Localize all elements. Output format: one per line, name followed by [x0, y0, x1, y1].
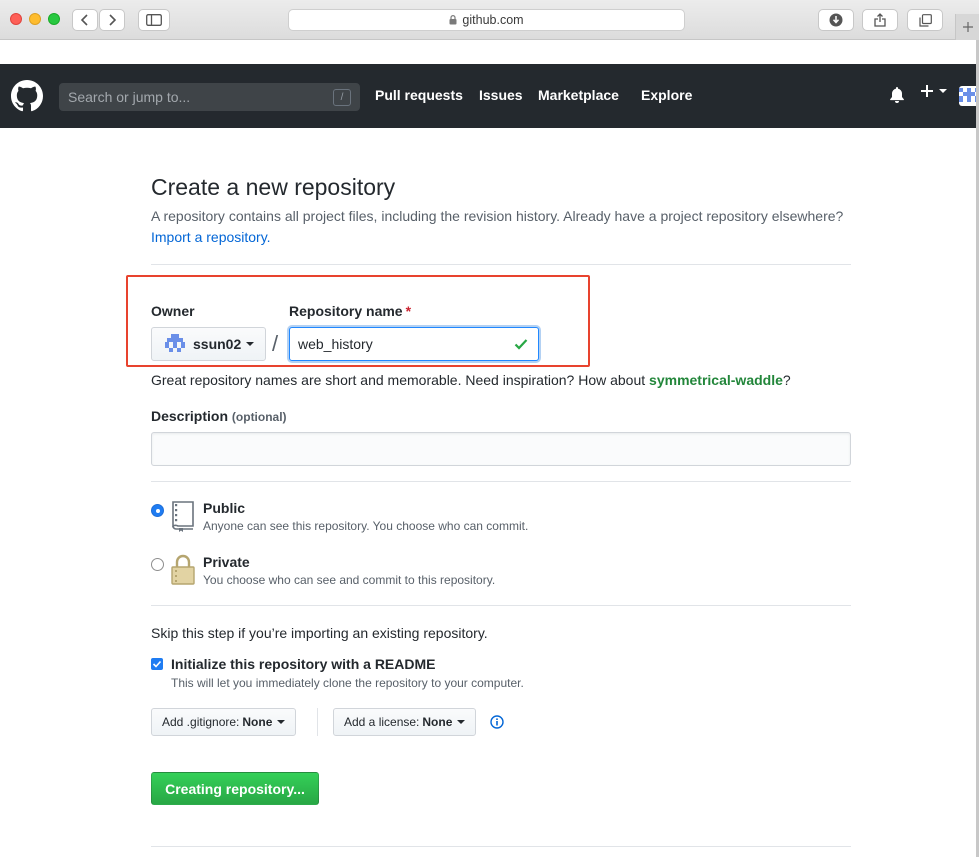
owner-label: Owner [151, 303, 195, 319]
name-suggestion[interactable]: symmetrical-waddle [649, 372, 783, 388]
nav-issues[interactable]: Issues [479, 87, 523, 103]
nav-pull-requests[interactable]: Pull requests [375, 87, 463, 103]
address-bar[interactable]: github.com [288, 9, 685, 31]
private-radio[interactable] [151, 558, 164, 571]
chevron-left-icon [80, 14, 88, 26]
downloads-button[interactable] [818, 9, 854, 31]
chevron-down-icon [246, 342, 255, 346]
public-note: Anyone can see this repository. You choo… [203, 519, 529, 533]
page-subtitle: A repository contains all project files,… [151, 206, 851, 248]
description-label: Description (optional) [151, 408, 287, 424]
init-readme-note: This will let you immediately clone the … [171, 676, 524, 690]
repo-name-label-text: Repository name [289, 303, 403, 319]
license-select[interactable]: Add a license: None [333, 708, 477, 736]
repo-name-label: Repository name * [289, 303, 411, 319]
divider [151, 481, 851, 482]
lock-icon [170, 554, 196, 591]
checkmark-icon [152, 660, 162, 668]
search-input[interactable] [60, 84, 320, 110]
bell-icon[interactable] [889, 86, 905, 109]
share-button[interactable] [862, 9, 898, 31]
gitignore-label: Add .gitignore: [162, 715, 240, 729]
back-button[interactable] [72, 9, 98, 31]
required-mark: * [405, 303, 412, 319]
close-window-button[interactable] [10, 13, 22, 25]
create-new-menu[interactable] [920, 84, 947, 98]
repo-name-hint: Great repository names are short and mem… [151, 372, 791, 388]
sidebar-toggle-button[interactable] [138, 9, 170, 31]
chevron-down-icon [457, 720, 466, 724]
browser-toolbar: github.com [0, 0, 979, 40]
chevron-down-icon [939, 89, 947, 93]
nav-marketplace[interactable]: Marketplace [538, 87, 619, 103]
owner-avatar-icon [165, 334, 185, 352]
chevron-right-icon [109, 14, 117, 26]
create-repository-button[interactable]: Creating repository... [151, 772, 319, 805]
hint-end: ? [782, 372, 791, 388]
divider [151, 605, 851, 606]
private-note: You choose who can see and commit to thi… [203, 573, 496, 587]
search-shortcut-hint: / [333, 89, 351, 106]
init-readme-checkbox[interactable] [151, 658, 163, 670]
sidebar-icon [146, 14, 162, 26]
repo-icon [170, 500, 196, 537]
optional-tag: (optional) [231, 410, 287, 424]
tabs-overview-button[interactable] [907, 9, 943, 31]
gitignore-value: None [242, 715, 273, 729]
divider [317, 708, 318, 736]
repo-name-field[interactable] [289, 327, 539, 361]
check-icon [514, 339, 528, 350]
plus-icon [921, 85, 933, 97]
nav-explore[interactable]: Explore [641, 87, 692, 103]
public-title: Public [203, 500, 246, 516]
description-input[interactable] [151, 432, 851, 466]
url-text: github.com [462, 13, 524, 27]
description-label-text: Description [151, 408, 229, 424]
public-radio[interactable] [151, 504, 164, 517]
share-icon [874, 13, 886, 27]
github-header: / Pull requests Issues Marketplace Explo… [0, 64, 979, 128]
license-value: None [422, 715, 453, 729]
chevron-down-icon [277, 720, 286, 724]
github-logo-icon[interactable] [11, 80, 43, 117]
skip-step-text: Skip this step if you’re importing an ex… [151, 625, 488, 641]
hint-text: Great repository names are short and mem… [151, 372, 646, 388]
search-box[interactable]: / [59, 83, 360, 111]
private-title: Private [203, 554, 250, 570]
plus-icon [962, 22, 973, 32]
owner-value: ssun02 [193, 336, 242, 352]
repo-name-input[interactable] [290, 328, 500, 360]
page-title: Create a new repository [151, 174, 396, 200]
forward-button[interactable] [99, 9, 125, 31]
gitignore-select[interactable]: Add .gitignore: None [151, 708, 297, 736]
init-readme-title[interactable]: Initialize this repository with a README [171, 656, 435, 672]
download-icon [829, 13, 843, 27]
owner-select[interactable]: ssun02 [151, 327, 266, 361]
divider [151, 846, 851, 847]
owner-repo-separator: / [272, 331, 279, 356]
zoom-window-button[interactable] [48, 13, 60, 25]
lock-icon [449, 15, 457, 25]
tabs-icon [918, 13, 932, 27]
divider [151, 264, 851, 265]
subtitle-text: A repository contains all project files,… [151, 208, 844, 224]
info-icon[interactable] [490, 715, 504, 734]
license-label: Add a license: [344, 715, 420, 729]
import-repository-link[interactable]: Import a repository. [151, 229, 271, 245]
new-tab-button[interactable] [955, 14, 979, 40]
minimize-window-button[interactable] [29, 13, 41, 25]
